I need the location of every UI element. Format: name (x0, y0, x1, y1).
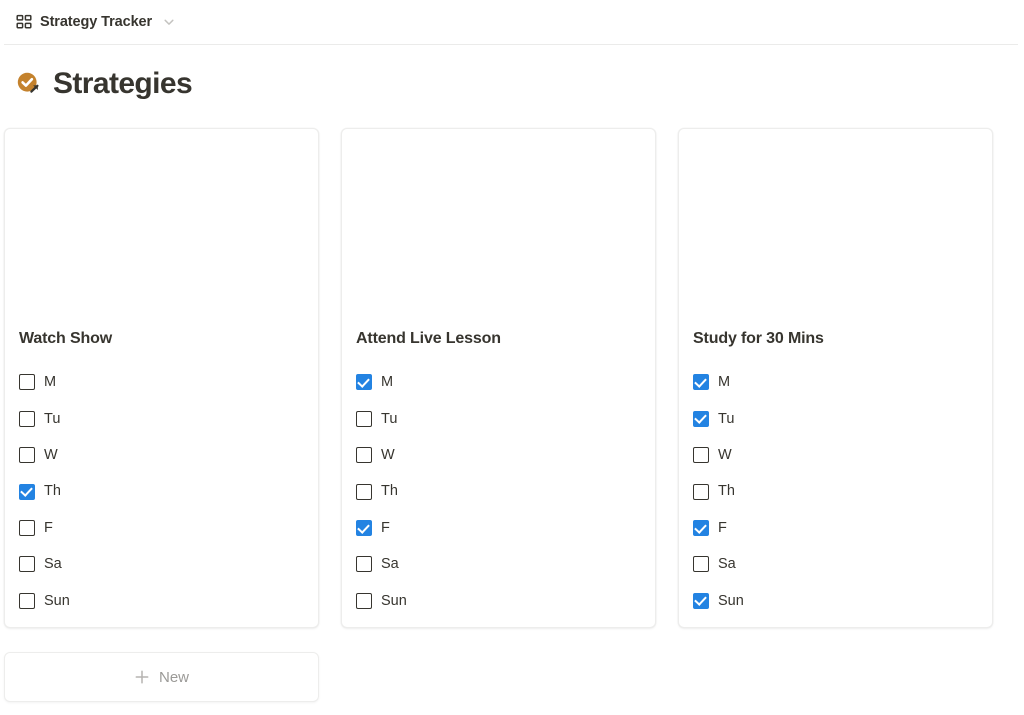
day-checkbox-row[interactable]: W (356, 437, 641, 473)
page-header: Strategies (0, 45, 1024, 101)
checkbox-unchecked-icon[interactable] (356, 483, 372, 500)
checkbox-checked-icon[interactable] (19, 483, 35, 500)
day-checkbox-row[interactable]: Sun (356, 583, 641, 619)
checkbox-unchecked-icon[interactable] (356, 410, 372, 427)
checkbox-unchecked-icon[interactable] (19, 410, 35, 427)
checkbox-unchecked-icon[interactable] (356, 447, 372, 464)
gallery-card-title: Attend Live Lesson (356, 330, 501, 348)
checkbox-checked-icon[interactable] (693, 374, 709, 391)
day-checkbox-row[interactable]: F (19, 510, 304, 546)
day-label: W (718, 446, 732, 463)
day-checkbox-row[interactable]: Th (19, 473, 304, 509)
day-checkbox-row[interactable]: M (693, 364, 978, 400)
day-label: Tu (718, 410, 735, 427)
checkbox-checked-icon[interactable] (693, 520, 709, 537)
gallery-card-title: Watch Show (19, 330, 113, 348)
day-checkbox-row[interactable]: Sun (19, 583, 304, 619)
day-label: Tu (44, 410, 61, 427)
day-label: M (44, 374, 57, 391)
day-label: F (718, 519, 727, 536)
checkbox-unchecked-icon[interactable] (356, 592, 372, 609)
plus-icon (135, 670, 149, 684)
new-button-row: New (0, 652, 1024, 702)
checkbox-checked-icon[interactable] (693, 410, 709, 427)
day-label: Sun (718, 592, 744, 609)
add-new-card-button[interactable]: New (4, 652, 319, 702)
checkbox-unchecked-icon[interactable] (19, 556, 35, 573)
gallery-board: Watch Show M Tu W Th F Sa Sun Attend Live Lesson… (0, 128, 1024, 628)
checkbox-unchecked-icon[interactable] (693, 483, 709, 500)
day-checkbox-row[interactable]: M (19, 364, 304, 400)
checkbox-unchecked-icon[interactable] (19, 374, 35, 391)
day-label: Sun (381, 592, 407, 609)
day-checkbox-row[interactable]: W (19, 437, 304, 473)
checkbox-unchecked-icon[interactable] (693, 447, 709, 464)
page-title: Strategies (53, 67, 193, 100)
day-label: Sa (44, 556, 62, 573)
day-checkbox-row[interactable]: Sa (356, 546, 641, 582)
chevron-down-icon[interactable] (162, 15, 176, 29)
day-checkbox-row[interactable]: Tu (19, 401, 304, 437)
day-checkbox-list: M Tu W Th F Sa Sun (693, 364, 978, 619)
day-checkbox-row[interactable]: Th (356, 473, 641, 509)
checkbox-unchecked-icon[interactable] (19, 592, 35, 609)
breadcrumb-title: Strategy Tracker (40, 14, 153, 30)
breadcrumb-strategy-tracker[interactable]: Strategy Tracker (14, 11, 182, 33)
day-label: Tu (381, 410, 398, 427)
day-checkbox-list: M Tu W Th F Sa Sun (356, 364, 641, 619)
day-label: Th (381, 483, 398, 500)
day-label: Sun (44, 592, 70, 609)
add-new-card-label: New (158, 668, 189, 686)
grid-gallery-icon (16, 14, 32, 29)
day-checkbox-row[interactable]: Sun (693, 583, 978, 619)
day-checkbox-row[interactable]: F (356, 510, 641, 546)
day-label: W (44, 446, 58, 463)
gallery-card-title: Study for 30 Mins (693, 330, 824, 348)
day-checkbox-row[interactable]: Tu (356, 401, 641, 437)
day-label: Th (718, 483, 735, 500)
day-checkbox-list: M Tu W Th F Sa Sun (19, 364, 304, 619)
gallery-card[interactable]: Attend Live Lesson M Tu W Th F Sa Sun (341, 128, 656, 628)
day-checkbox-row[interactable]: M (356, 364, 641, 400)
day-label: M (718, 374, 731, 391)
checkbox-unchecked-icon[interactable] (19, 447, 35, 464)
day-label: Sa (718, 556, 736, 573)
checkbox-unchecked-icon[interactable] (693, 556, 709, 573)
checkbox-checked-icon[interactable] (356, 520, 372, 537)
checkbox-checked-icon[interactable] (693, 592, 709, 609)
day-checkbox-row[interactable]: F (693, 510, 978, 546)
day-label: M (381, 374, 394, 391)
day-checkbox-row[interactable]: Tu (693, 401, 978, 437)
day-label: F (381, 519, 390, 536)
gallery-card[interactable]: Study for 30 Mins M Tu W Th F Sa Sun (678, 128, 993, 628)
day-checkbox-row[interactable]: Sa (693, 546, 978, 582)
checkbox-checked-icon[interactable] (356, 374, 372, 391)
checkbox-unchecked-icon[interactable] (356, 556, 372, 573)
gallery-card[interactable]: Watch Show M Tu W Th F Sa Sun (4, 128, 319, 628)
day-label: Th (44, 483, 61, 500)
topbar: Strategy Tracker (0, 0, 1024, 44)
checkbox-unchecked-icon[interactable] (19, 520, 35, 537)
day-label: Sa (381, 556, 399, 573)
day-checkbox-row[interactable]: W (693, 437, 978, 473)
orange-check-circle-icon (17, 72, 39, 93)
day-checkbox-row[interactable]: Th (693, 473, 978, 509)
day-label: W (381, 446, 395, 463)
day-label: F (44, 519, 53, 536)
day-checkbox-row[interactable]: Sa (19, 546, 304, 582)
